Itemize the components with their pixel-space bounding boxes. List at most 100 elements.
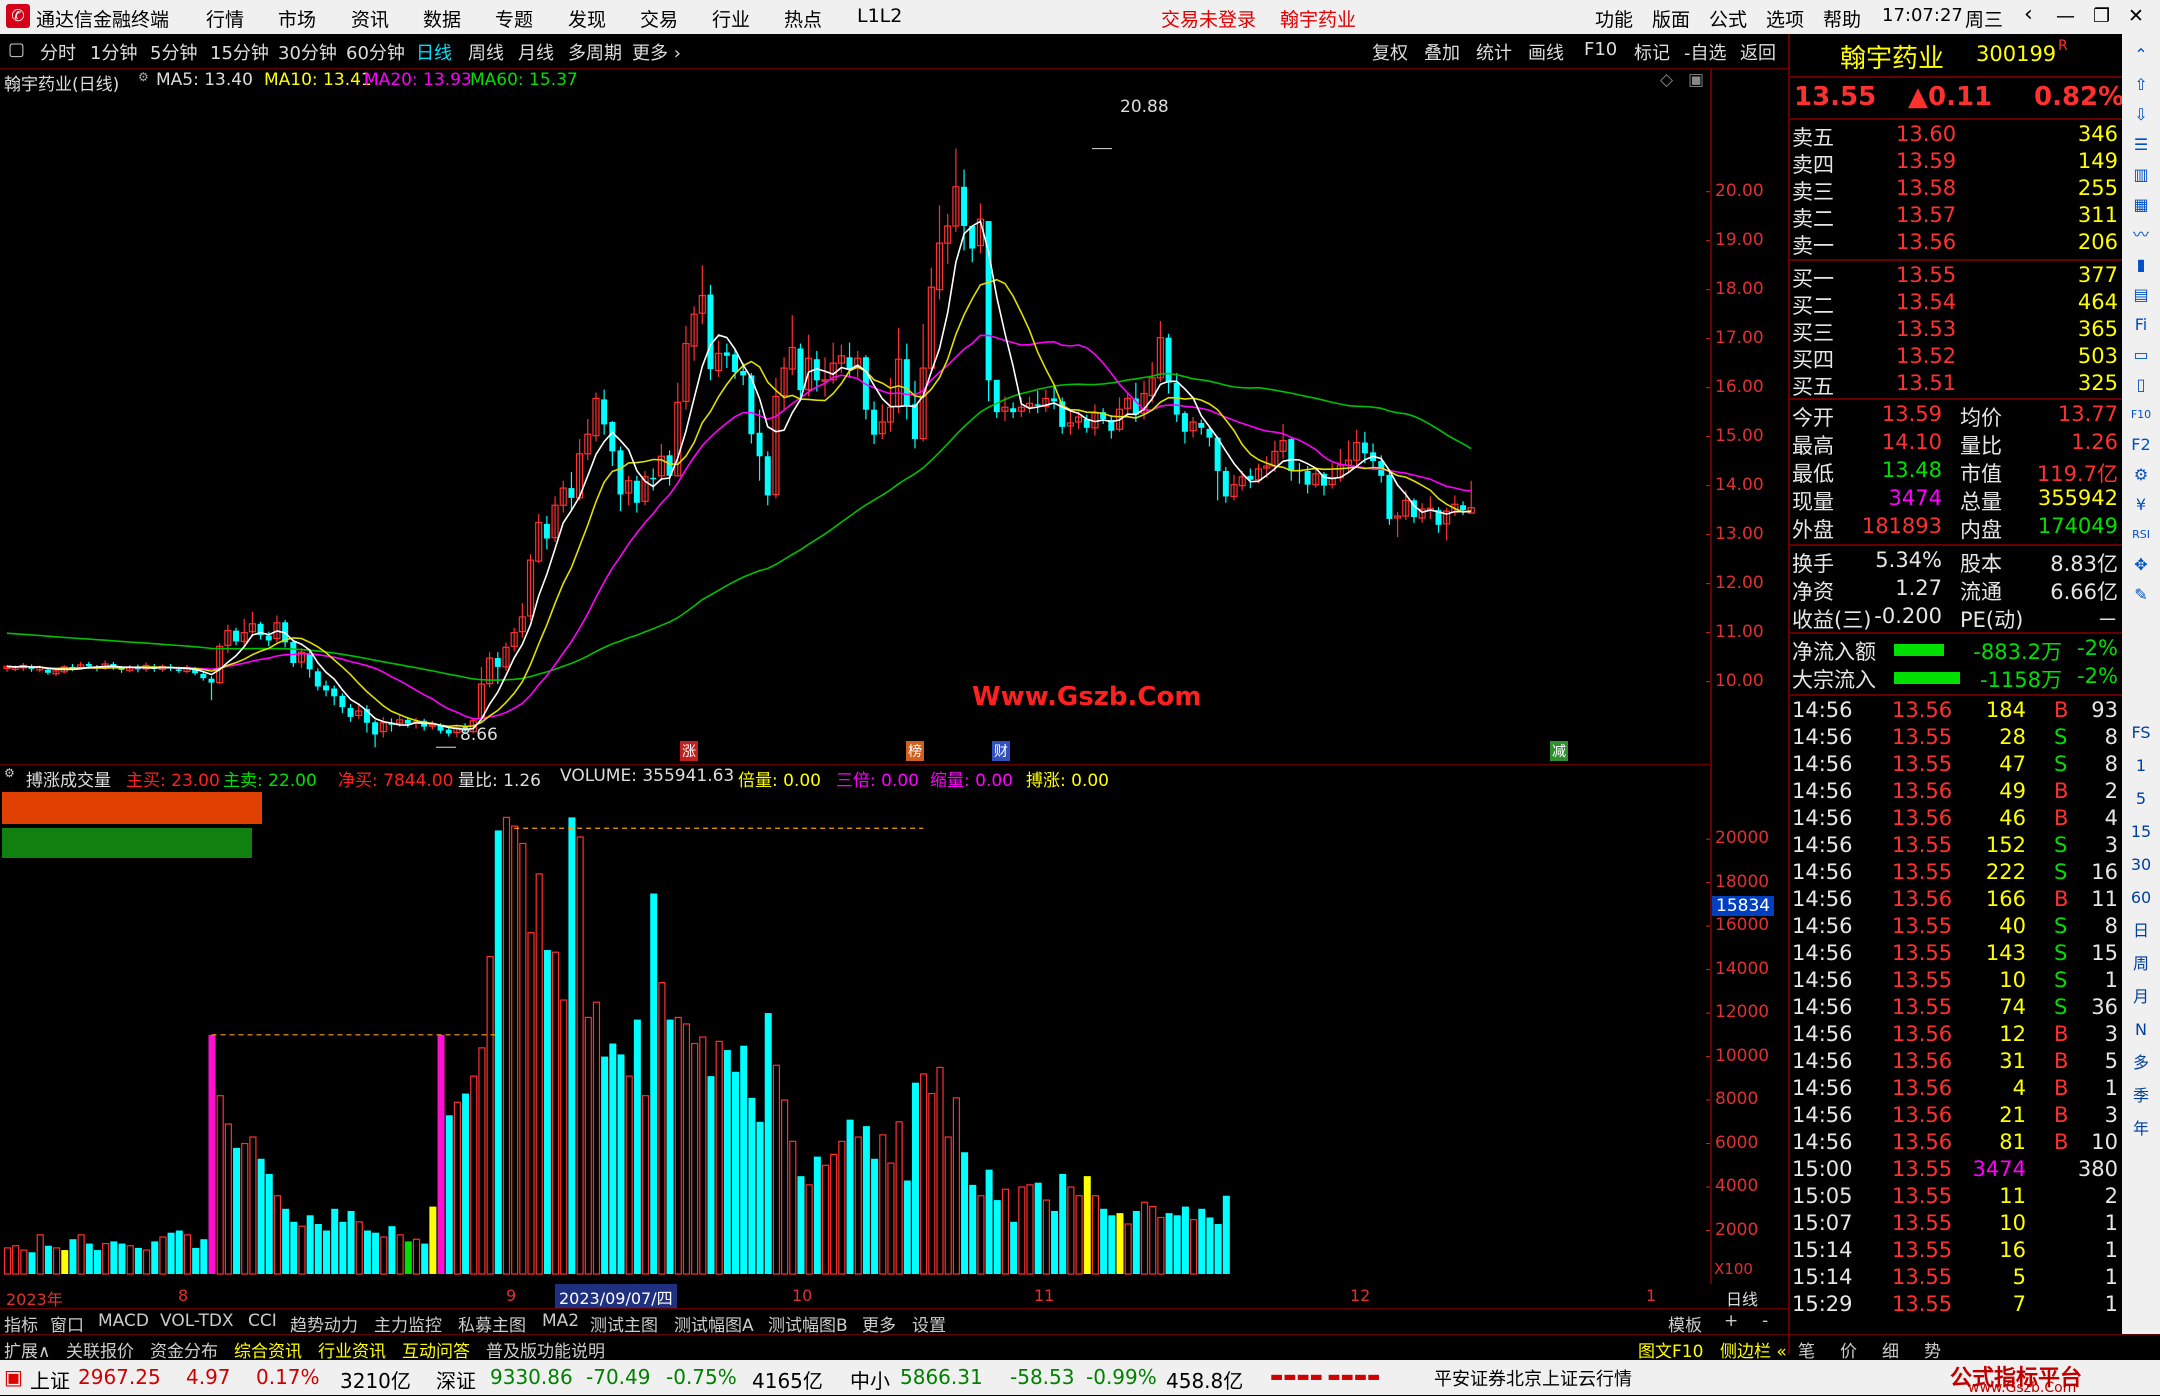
menu-function[interactable]: 功能 xyxy=(1595,5,1633,32)
cash-icon[interactable]: ¥ xyxy=(2128,492,2154,518)
tab-vol-tdx[interactable]: VOL-TDX xyxy=(160,1311,234,1331)
menu-layout[interactable]: 版面 xyxy=(1652,5,1690,32)
tab-trend-power[interactable]: 趋势动力 xyxy=(290,1311,358,1336)
adjust-button[interactable]: 复权 xyxy=(1372,39,1408,65)
up-icon[interactable]: ⌃ xyxy=(2128,42,2154,68)
bid-row[interactable]: 买四 13.52 503 xyxy=(1790,344,2122,372)
side-period-0[interactable]: FS xyxy=(2128,720,2154,746)
side-period-10[interactable]: 多 xyxy=(2128,1050,2154,1076)
bid-row[interactable]: 买三 13.53 365 xyxy=(1790,317,2122,345)
stat-row[interactable]: 最低 13.48 市值 119.7亿 xyxy=(1790,458,2122,486)
tab-1min[interactable]: 1分钟 xyxy=(90,39,137,65)
tab-more[interactable]: 更多 › xyxy=(632,39,681,65)
bid-row[interactable]: 买二 13.54 464 xyxy=(1790,290,2122,318)
tab-expand[interactable]: 扩展∧ xyxy=(4,1337,50,1362)
event-tag-limit-up[interactable]: 涨 xyxy=(680,741,698,761)
tick-row[interactable]: 14:56 13.56 12 B 3 xyxy=(1790,1022,2122,1049)
side-period-4[interactable]: 30 xyxy=(2128,852,2154,878)
panel-toggle-icon[interactable]: ▢ xyxy=(8,39,25,60)
tick-row[interactable]: 14:56 13.55 152 S 3 xyxy=(1790,833,2122,860)
table-icon[interactable]: ▤ xyxy=(2128,282,2154,308)
stat-row[interactable]: 收益(三) -0.200 PE(动) － xyxy=(1790,604,2122,632)
tab-more-indicators[interactable]: 更多 xyxy=(862,1311,896,1336)
overlay-button[interactable]: 叠加 xyxy=(1424,39,1460,65)
tab-price[interactable]: 价 xyxy=(1840,1337,1857,1362)
up2-icon[interactable]: ⇧ xyxy=(2128,72,2154,98)
stat-row[interactable]: 换手 5.34% 股本 8.83亿 xyxy=(1790,548,2122,576)
tick-row[interactable]: 15:07 13.55 10 1 xyxy=(1790,1211,2122,1238)
remove-pane-button[interactable]: - xyxy=(1762,1311,1768,1331)
tick-row[interactable]: 14:56 13.56 31 B 5 xyxy=(1790,1049,2122,1076)
ask-row[interactable]: 卖一 13.56 206 xyxy=(1790,230,2122,258)
sme-name[interactable]: 中小 xyxy=(850,1365,890,1394)
menu-trade[interactable]: 交易 xyxy=(640,5,678,32)
tab-macd[interactable]: MACD xyxy=(98,1311,149,1331)
side-period-5[interactable]: 60 xyxy=(2128,885,2154,911)
tick-row[interactable]: 14:56 13.55 10 S 1 xyxy=(1790,968,2122,995)
side-period-1[interactable]: 1 xyxy=(2128,753,2154,779)
side-period-12[interactable]: 年 xyxy=(2128,1116,2154,1142)
stat-row[interactable]: 现量 3474 总量 355942 xyxy=(1790,486,2122,514)
menu-data[interactable]: 数据 xyxy=(423,5,461,32)
menu-topics[interactable]: 专题 xyxy=(495,5,533,32)
f2-icon[interactable]: F2 xyxy=(2128,432,2154,458)
side-period-2[interactable]: 5 xyxy=(2128,786,2154,812)
rsi-icon[interactable]: RSI xyxy=(2128,522,2154,548)
sz-name[interactable]: 深证 xyxy=(436,1365,476,1394)
tab-30min[interactable]: 30分钟 xyxy=(278,39,337,65)
tick-row[interactable]: 14:56 13.55 28 S 8 xyxy=(1790,725,2122,752)
tick-row[interactable]: 15:29 13.55 7 1 xyxy=(1790,1292,2122,1319)
tick-row[interactable]: 14:56 13.56 4 B 1 xyxy=(1790,1076,2122,1103)
draw-button[interactable]: 画线 xyxy=(1528,39,1564,65)
tick-row[interactable]: 14:56 13.56 166 B 11 xyxy=(1790,887,2122,914)
tab-weekly[interactable]: 周线 xyxy=(468,39,504,65)
side-period-8[interactable]: 月 xyxy=(2128,984,2154,1010)
page-icon[interactable]: ▭ xyxy=(2128,342,2154,368)
tab-trend[interactable]: 势 xyxy=(1924,1337,1941,1362)
tick-row[interactable]: 15:05 13.55 11 2 xyxy=(1790,1184,2122,1211)
sh-name[interactable]: 上证 xyxy=(30,1365,70,1394)
f10-icon[interactable]: F10 xyxy=(2128,402,2154,428)
tab-indicator[interactable]: 指标 xyxy=(4,1311,38,1336)
tab-test-main[interactable]: 测试主图 xyxy=(590,1311,658,1336)
tab-qa[interactable]: 互动问答 xyxy=(402,1337,470,1362)
event-tag-list[interactable]: 榜 xyxy=(906,741,924,761)
tab-daily[interactable]: 日线 xyxy=(416,39,452,65)
menu-hot[interactable]: 热点 xyxy=(784,5,822,32)
minimize-icon[interactable]: — xyxy=(2056,5,2075,27)
side-period-3[interactable]: 15 xyxy=(2128,819,2154,845)
bar-icon[interactable]: ▥ xyxy=(2128,162,2154,188)
tick-row[interactable]: 14:56 13.55 74 S 36 xyxy=(1790,995,2122,1022)
menu-news[interactable]: 资讯 xyxy=(351,5,389,32)
gear-icon[interactable]: ⚙ xyxy=(2128,462,2154,488)
tab-test-sub-b[interactable]: 测试幅图B xyxy=(768,1311,848,1336)
menu-l1l2[interactable]: L1L2 xyxy=(857,5,902,27)
tab-settings[interactable]: 设置 xyxy=(912,1311,946,1336)
sidebar-toggle[interactable]: 侧边栏 « xyxy=(1720,1337,1787,1362)
doc-icon[interactable]: ▯ xyxy=(2128,372,2154,398)
tick-row[interactable]: 14:56 13.55 47 S 8 xyxy=(1790,752,2122,779)
return-button[interactable]: 返回 xyxy=(1740,39,1776,65)
stat-row[interactable]: 外盘 181893 内盘 174049 xyxy=(1790,514,2122,542)
menu-industry[interactable]: 行业 xyxy=(712,5,750,32)
stats-button[interactable]: 统计 xyxy=(1476,39,1512,65)
ask-row[interactable]: 卖四 13.59 149 xyxy=(1790,149,2122,177)
restore-icon[interactable]: ❐ xyxy=(2093,5,2110,27)
f10-text-button[interactable]: 图文F10 xyxy=(1638,1337,1703,1362)
tab-test-sub-a[interactable]: 测试幅图A xyxy=(674,1311,754,1336)
close-icon[interactable]: ✕ xyxy=(2128,5,2144,27)
tick-row[interactable]: 14:56 13.55 40 S 8 xyxy=(1790,914,2122,941)
tab-monthly[interactable]: 月线 xyxy=(518,39,554,65)
menu-quotes[interactable]: 行情 xyxy=(206,5,244,32)
tick-row[interactable]: 14:56 13.56 81 B 10 xyxy=(1790,1130,2122,1157)
tab-5min[interactable]: 5分钟 xyxy=(150,39,197,65)
tick-row[interactable]: 15:14 13.55 16 1 xyxy=(1790,1238,2122,1265)
tab-detail[interactable]: 细 xyxy=(1882,1337,1899,1362)
tick-row[interactable]: 14:56 13.56 184 B 93 xyxy=(1790,698,2122,725)
tab-window[interactable]: 窗口 xyxy=(50,1311,84,1336)
tab-industry-info[interactable]: 行业资讯 xyxy=(318,1337,386,1362)
line-icon[interactable]: 〰 xyxy=(2128,222,2154,248)
tab-60min[interactable]: 60分钟 xyxy=(346,39,405,65)
menu-help[interactable]: 帮助 xyxy=(1823,5,1861,32)
candle-icon[interactable]: ▮ xyxy=(2128,252,2154,278)
